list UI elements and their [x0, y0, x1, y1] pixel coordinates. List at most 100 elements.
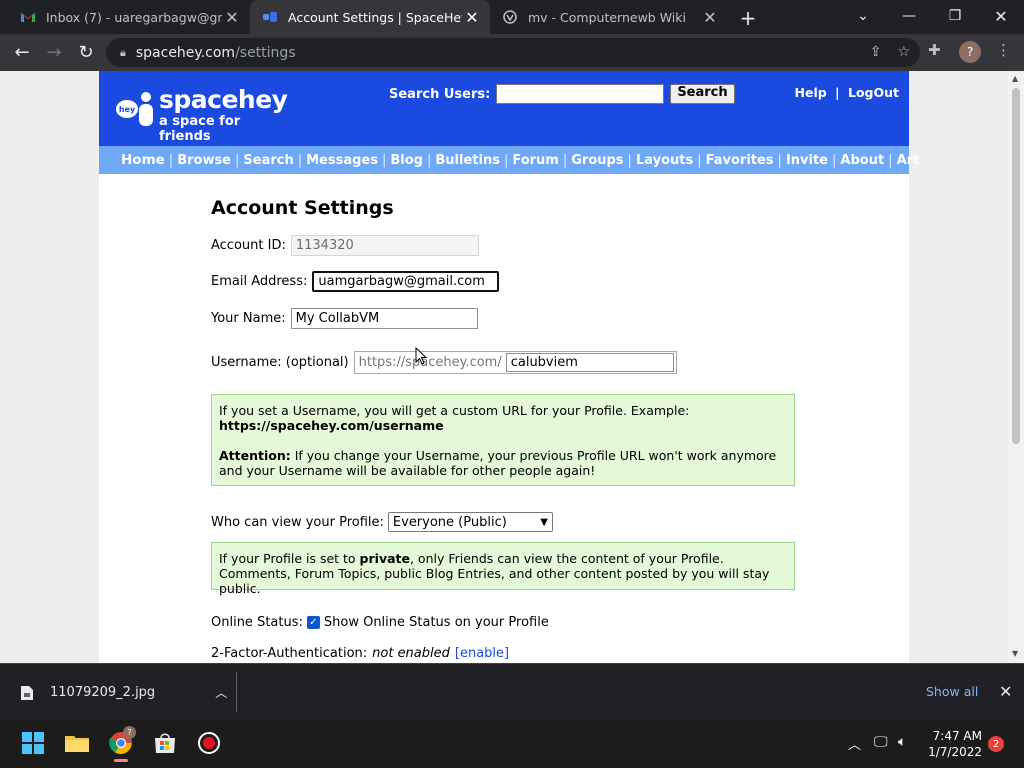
page-viewport: hey spacehey a space for friends Search … [0, 71, 1008, 663]
logo-tagline: a space for friends [159, 114, 241, 144]
tab-spacehey[interactable]: Account Settings | SpaceHey ✕ [250, 0, 490, 34]
twofa-enable-link[interactable]: [enable] [455, 646, 509, 661]
nav-bulletins[interactable]: Bulletins [435, 153, 500, 168]
windows-taskbar: ? ︿ 🖵︎ 🔈︎ 7:47 AM 1/7/2022 2 [0, 720, 1024, 768]
back-button[interactable]: ← [10, 40, 34, 64]
download-filename: 11079209_2.jpg [50, 685, 156, 700]
nav-about[interactable]: About [840, 153, 884, 168]
close-icon[interactable]: ✕ [462, 8, 482, 27]
nav-browse[interactable]: Browse [177, 153, 231, 168]
twofa-row: 2-Factor-Authentication: not enabled [en… [211, 646, 509, 661]
address-bar[interactable]: 🔒︎ spacehey.com/settings ⇪ ☆ [106, 38, 920, 67]
nav-home[interactable]: Home [121, 152, 165, 168]
username-field[interactable]: calubviem [505, 353, 674, 372]
online-status-label: Online Status: [211, 615, 303, 630]
visibility-note-private: private [359, 551, 410, 566]
close-icon[interactable]: ✕ [700, 8, 720, 27]
attention-text: If you change your Username, your previo… [219, 448, 777, 478]
close-icon[interactable]: ✕ [999, 682, 1012, 701]
scroll-down-arrow-icon[interactable]: ▼ [1012, 649, 1018, 658]
link-separator: | [835, 85, 840, 100]
nav-groups[interactable]: Groups [571, 153, 623, 168]
visibility-select[interactable]: Everyone (Public) ▼ [387, 512, 553, 532]
spacehey-container: hey spacehey a space for friends Search … [99, 71, 919, 663]
mouse-cursor-icon [415, 347, 428, 365]
logout-link[interactable]: LogOut [848, 85, 899, 100]
minimize-button[interactable]: — [886, 0, 932, 32]
windows-start-icon[interactable] [20, 730, 46, 756]
bookmark-star-icon[interactable]: ☆ [897, 44, 910, 60]
browser-toolbar: ← → ↻ 🔒︎ spacehey.com/settings ⇪ ☆ ✚ ? ⋮ [0, 34, 1024, 71]
download-bar: 11079209_2.jpg ︿ Show all ✕ [0, 663, 1024, 720]
chevron-down-icon: ▼ [540, 516, 548, 528]
close-window-button[interactable]: ✕ [978, 0, 1024, 32]
twofa-status: not enabled [372, 646, 450, 661]
tab-wiki[interactable]: mv - Computernewb Wiki ✕ [490, 0, 728, 34]
account-id-label: Account ID: [211, 238, 286, 253]
menu-kebab-icon[interactable]: ⋮ [996, 41, 1011, 59]
new-tab-button[interactable]: + [738, 6, 758, 30]
twofa-label: 2-Factor-Authentication: [211, 646, 368, 661]
site-header: hey spacehey a space for friends Search … [99, 71, 909, 146]
nav-favorites[interactable]: Favorites [706, 153, 774, 168]
page-title: Account Settings [211, 197, 394, 219]
gmail-icon [21, 13, 35, 22]
nav-messages[interactable]: Messages [306, 153, 378, 168]
logo-wordmark: spacehey [159, 85, 288, 114]
screen-recorder-icon[interactable] [196, 730, 222, 756]
restore-button[interactable]: ❐ [932, 0, 978, 32]
profile-avatar[interactable]: ? [959, 41, 981, 63]
visibility-value: Everyone (Public) [392, 514, 507, 530]
tab-gmail[interactable]: Inbox (7) - uaregarbagw@gmail.c ✕ [8, 0, 250, 34]
chrome-taskbar-icon[interactable]: ? [108, 726, 136, 762]
nav-search[interactable]: Search [243, 153, 293, 168]
notification-badge[interactable]: 2 [988, 736, 1004, 752]
nav-invite[interactable]: Invite [786, 153, 828, 168]
volume-icon[interactable]: 🔈︎ [898, 734, 906, 750]
download-item[interactable]: 11079209_2.jpg ︿ [20, 684, 227, 701]
page-scrollbar[interactable]: ▲ ▼ [1008, 71, 1024, 663]
top-links: Help | LogOut [795, 85, 899, 100]
search-label: Search Users: [389, 86, 491, 102]
scrollbar-thumb[interactable] [1012, 88, 1020, 444]
nav-art[interactable]: Art [897, 153, 920, 168]
username-info-note: If you set a Username, you will get a cu… [211, 394, 795, 486]
forward-button[interactable]: → [42, 40, 66, 64]
wiki-icon [503, 10, 517, 24]
name-label: Your Name: [211, 311, 286, 326]
network-monitor-icon[interactable]: 🖵︎ [874, 734, 888, 750]
share-icon[interactable]: ⇪ [870, 44, 882, 60]
help-link[interactable]: Help [795, 85, 827, 100]
system-clock[interactable]: 7:47 AM 1/7/2022 [928, 728, 982, 760]
logo-badge: hey [119, 105, 136, 114]
tab-title: Account Settings | SpaceHey [288, 9, 462, 25]
tab-search-chevron-icon[interactable]: ⌄ [840, 0, 886, 32]
close-icon[interactable]: ✕ [222, 8, 242, 27]
tray-chevron-up-icon[interactable]: ︿ [848, 734, 861, 753]
spacehey-icon [263, 12, 277, 22]
email-label: Email Address: [211, 274, 308, 289]
spacehey-logo[interactable]: hey spacehey a space for friends [115, 85, 288, 144]
search-users-input[interactable] [496, 84, 665, 104]
online-status-text[interactable]: Show Online Status on your Profile [324, 615, 549, 630]
reload-button[interactable]: ↻ [74, 40, 98, 64]
chevron-up-icon[interactable]: ︿ [215, 684, 227, 701]
nav-layouts[interactable]: Layouts [636, 153, 693, 168]
nav-forum[interactable]: Forum [512, 153, 559, 168]
url-path: /settings [235, 44, 296, 61]
extensions-puzzle-icon[interactable]: ✚ [928, 41, 941, 59]
name-field[interactable]: My CollabVM [290, 308, 478, 329]
nav-blog[interactable]: Blog [390, 153, 423, 168]
file-explorer-icon[interactable] [64, 730, 90, 756]
visibility-label: Who can view your Profile: [211, 514, 384, 530]
attention-label: Attention: [219, 448, 291, 463]
scroll-up-arrow-icon[interactable]: ▲ [1012, 74, 1018, 83]
email-field[interactable]: uamgarbagw@gmail.com [312, 271, 500, 292]
search-button[interactable]: Search [670, 84, 735, 104]
tab-title: Inbox (7) - uaregarbagw@gmail.c [46, 9, 222, 25]
show-all-downloads-button[interactable]: Show all [926, 684, 978, 699]
microsoft-store-icon[interactable] [152, 730, 178, 756]
visibility-note-text-1: If your Profile is set to [219, 551, 360, 566]
tab-title: mv - Computernewb Wiki [528, 9, 686, 25]
online-status-checkbox[interactable]: ✓ [306, 616, 320, 629]
